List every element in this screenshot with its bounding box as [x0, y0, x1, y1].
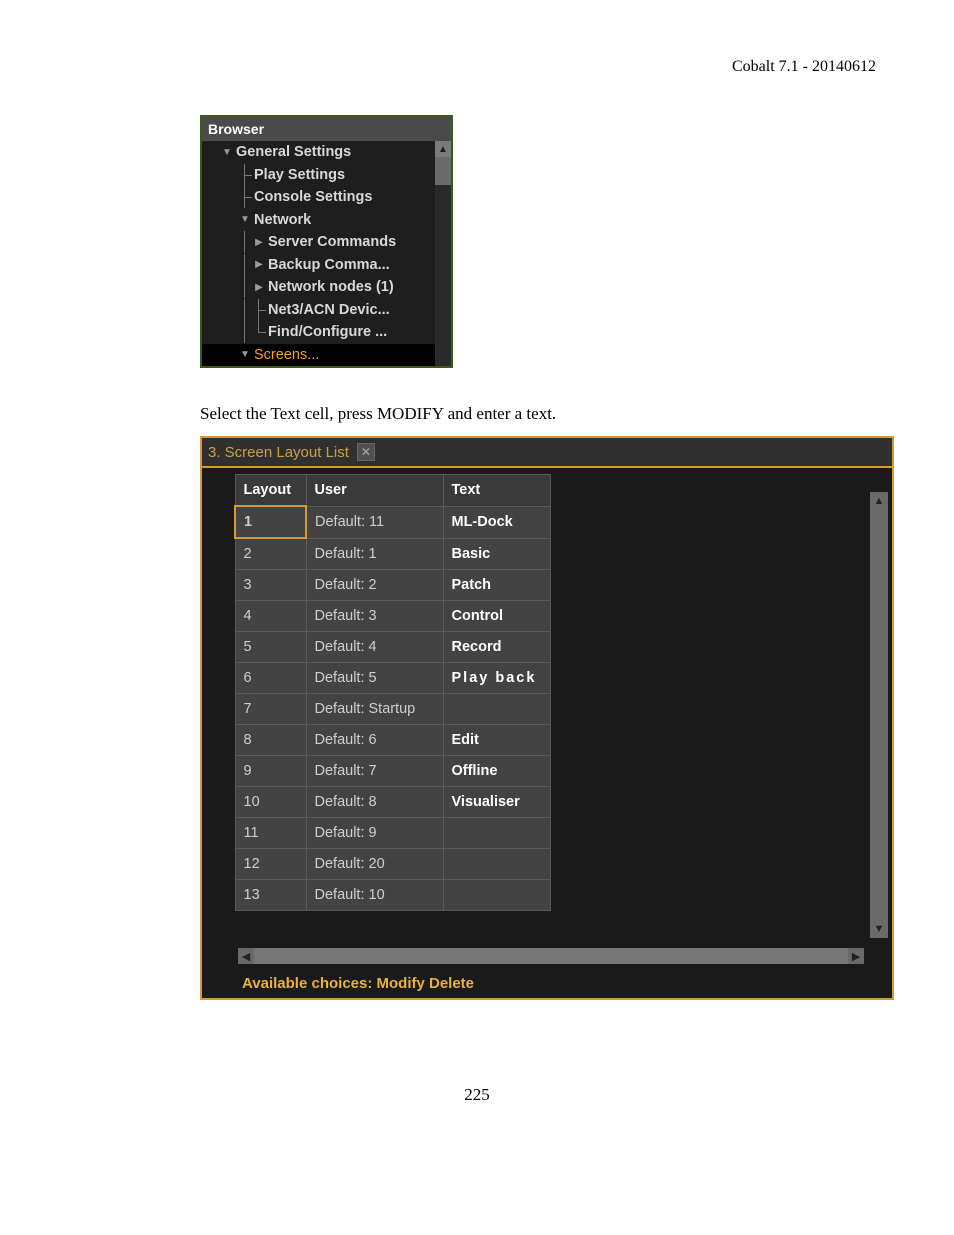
browser-panel: Browser General Settings Play Settings C… — [200, 115, 453, 368]
chevron-right-icon[interactable] — [252, 280, 266, 294]
tree-item-network-nodes[interactable]: Network nodes (1) — [202, 276, 435, 299]
scroll-thumb[interactable] — [435, 157, 451, 185]
table-row[interactable]: 9 Default: 7 Offline — [235, 756, 550, 787]
chevron-down-icon[interactable] — [238, 213, 252, 227]
tree-item-server-commands[interactable]: Server Commands — [202, 231, 435, 254]
chevron-down-icon[interactable] — [238, 348, 252, 362]
layout-hscrollbar[interactable]: ◀ ▶ — [238, 948, 864, 964]
table-row[interactable]: 12 Default: 20 — [235, 849, 550, 880]
tree-item-play-settings[interactable]: Play Settings — [202, 164, 435, 187]
table-row[interactable]: 10 Default: 8 Visualiser — [235, 787, 550, 818]
col-header-layout[interactable]: Layout — [235, 475, 306, 507]
scroll-left-icon[interactable]: ◀ — [238, 948, 254, 964]
tree-item-console-settings[interactable]: Console Settings — [202, 186, 435, 209]
tree-item-screens[interactable]: Screens... — [202, 344, 435, 367]
table-row[interactable]: 11 Default: 9 — [235, 818, 550, 849]
table-row[interactable]: 5 Default: 4 Record — [235, 632, 550, 663]
scroll-up-icon[interactable]: ▲ — [435, 141, 451, 157]
tree-item-backup-commands[interactable]: Backup Comma... — [202, 254, 435, 277]
close-icon[interactable]: ✕ — [357, 443, 375, 461]
status-choices: Available choices: Modify Delete — [242, 975, 474, 992]
scroll-thumb[interactable] — [870, 510, 888, 920]
layout-vscrollbar[interactable]: ▲ ▼ — [870, 510, 888, 920]
table-row[interactable]: 4 Default: 3 Control — [235, 601, 550, 632]
tree-item-find-configure[interactable]: Find/Configure ... — [202, 321, 435, 344]
scroll-right-icon[interactable]: ▶ — [848, 948, 864, 964]
browser-title: Browser — [202, 117, 451, 141]
scroll-up-icon[interactable]: ▲ — [870, 492, 888, 510]
table-row[interactable]: 2 Default: 1 Basic — [235, 538, 550, 570]
tree-item-network[interactable]: Network — [202, 209, 435, 232]
table-row[interactable]: 3 Default: 2 Patch — [235, 570, 550, 601]
table-row[interactable]: 6 Default: 5 Play back — [235, 663, 550, 694]
browser-scrollbar[interactable]: ▲ — [435, 141, 451, 366]
table-row[interactable]: 7 Default: Startup — [235, 694, 550, 725]
table-row[interactable]: 8 Default: 6 Edit — [235, 725, 550, 756]
col-header-text[interactable]: Text — [443, 475, 550, 507]
layout-titlebar: 3. Screen Layout List ✕ — [202, 438, 892, 468]
layout-title: 3. Screen Layout List — [208, 444, 349, 461]
tree-item-general-settings[interactable]: General Settings — [202, 141, 435, 164]
scroll-down-icon[interactable]: ▼ — [870, 920, 888, 938]
browser-tree: General Settings Play Settings Console S… — [202, 141, 435, 366]
page-number: 225 — [0, 1085, 954, 1105]
chevron-right-icon[interactable] — [252, 235, 266, 249]
chevron-down-icon[interactable] — [220, 145, 234, 159]
table-row[interactable]: 1 Default: 11 ML-Dock — [235, 506, 550, 538]
layout-table: Layout User Text 1 Default: 11 ML-Dock 2 — [234, 474, 551, 911]
screen-layout-list-panel: 3. Screen Layout List ✕ Layout User Text — [200, 436, 894, 1000]
col-header-user[interactable]: User — [306, 475, 443, 507]
table-row[interactable]: 13 Default: 10 — [235, 880, 550, 911]
chevron-right-icon[interactable] — [252, 258, 266, 272]
tree-item-net3-acn[interactable]: Net3/ACN Devic... — [202, 299, 435, 322]
doc-header: Cobalt 7.1 - 20140612 — [732, 58, 876, 76]
instruction-text: Select the Text cell, press MODIFY and e… — [200, 404, 556, 424]
